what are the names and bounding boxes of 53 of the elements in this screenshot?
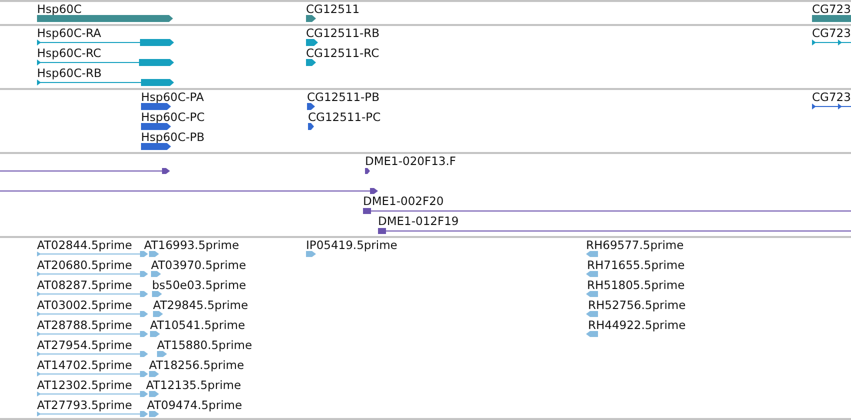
- feature-label: Hsp60C-PC: [141, 111, 205, 124]
- protein-bar: [307, 103, 315, 110]
- feature-label: AT14702.5prime: [37, 359, 132, 372]
- feature-label: RH71655.5prime: [587, 259, 685, 272]
- feature-label: AT27793.5prime: [37, 399, 132, 412]
- feature-label: CG12511-RB: [306, 27, 380, 40]
- feature-label: Hsp60C-RA: [37, 27, 102, 40]
- feature-label: AT18256.5prime: [149, 359, 244, 372]
- feature-label: RH44922.5prime: [588, 319, 686, 332]
- feature-label: AT12302.5prime: [37, 379, 132, 392]
- feature-label: RH52756.5prime: [588, 299, 686, 312]
- feature-label: AT28788.5prime: [37, 319, 132, 332]
- feature-label: AT20680.5prime: [37, 259, 132, 272]
- feature-label: AT16993.5prime: [144, 239, 240, 252]
- feature-label: DME1-002F20: [363, 195, 444, 208]
- feature-label: AT12135.5prime: [146, 379, 242, 392]
- feature-label: bs50e03.5prime: [152, 279, 246, 292]
- feature-label: AT29845.5prime: [153, 299, 248, 312]
- feature-label: AT03002.5prime: [37, 299, 132, 312]
- protein-bar: [308, 123, 314, 130]
- protein-bar: [141, 123, 171, 130]
- feature-label: CG12511-RC: [306, 47, 380, 60]
- feature-label: Hsp60C-PA: [141, 91, 204, 104]
- protein-bar: [141, 143, 171, 150]
- feature-label: CG12511: [306, 3, 360, 16]
- gene-bar: [812, 15, 851, 22]
- feature-label: AT15880.5prime: [157, 339, 252, 352]
- feature-label: DME1-020F13.F: [365, 155, 456, 168]
- feature-label: AT27954.5prime: [37, 339, 132, 352]
- feature-label: Hsp60C-PB: [141, 131, 205, 144]
- feature-label: CG12511-PB: [307, 91, 380, 104]
- feature-label: AT10541.5prime: [150, 319, 246, 332]
- feature-label: AT09474.5prime: [147, 399, 242, 412]
- transcript-glyph: [812, 39, 851, 46]
- transcript-glyph: [306, 59, 316, 66]
- feature-label: RH69577.5prime: [586, 239, 684, 252]
- feature-label: CG723: [812, 3, 851, 16]
- feature-label: AT03970.5prime: [151, 259, 246, 272]
- feature-label: Hsp60C: [37, 3, 82, 16]
- feature-label: DME1-012F19: [378, 215, 459, 228]
- feature-label: CG723: [812, 27, 851, 40]
- gene-bar: [306, 15, 316, 22]
- protein-bar: [812, 103, 851, 110]
- feature-label: Hsp60C-RC: [37, 47, 102, 60]
- transcript-glyph: [306, 39, 318, 46]
- feature-label: AT08287.5prime: [37, 279, 132, 292]
- protein-bar: [141, 103, 171, 110]
- feature-label: CG723: [812, 91, 851, 104]
- feature-label: RH51805.5prime: [587, 279, 685, 292]
- feature-label: CG12511-PC: [308, 111, 381, 124]
- feature-label: Hsp60C-RB: [37, 67, 102, 80]
- feature-label: IP05419.5prime: [306, 239, 398, 252]
- feature-label: AT02844.5prime: [37, 239, 132, 252]
